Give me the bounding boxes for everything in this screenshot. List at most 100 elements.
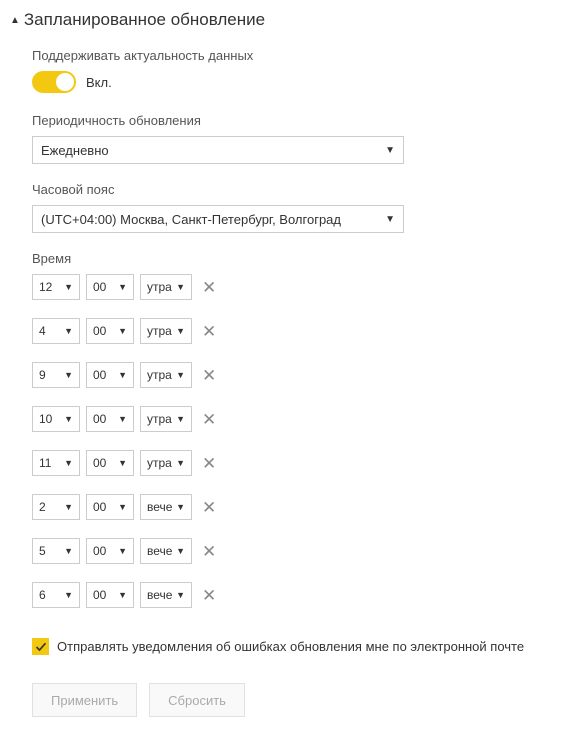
time-label: Время xyxy=(32,251,563,266)
caret-down-icon: ▲ xyxy=(10,15,20,26)
minute-select[interactable]: 00 ▼ xyxy=(86,406,134,432)
remove-time-icon[interactable]: ✕ xyxy=(202,279,216,296)
remove-time-icon[interactable]: ✕ xyxy=(202,455,216,472)
toggle-state-label: Вкл. xyxy=(86,75,112,90)
time-row: 10▼00▼утра▼✕ xyxy=(32,406,563,432)
chevron-down-icon: ▼ xyxy=(64,326,73,336)
chevron-down-icon: ▼ xyxy=(118,590,127,600)
hour-select[interactable]: 10▼ xyxy=(32,406,80,432)
minute-select[interactable]: 00 ▼ xyxy=(86,450,134,476)
time-row: 4▼00▼ утра ▼ ✕ xyxy=(32,318,563,344)
hour-select[interactable]: 5▼ xyxy=(32,538,80,564)
chevron-down-icon: ▼ xyxy=(64,502,73,512)
minute-value: 00 xyxy=(93,368,106,382)
chevron-down-icon: ▼ xyxy=(176,502,185,512)
time-list: 12▼00▼утра▼✕4▼00▼утра▼✕9▼00▼утра▼✕10▼00▼… xyxy=(32,274,563,608)
period-select[interactable]: утра ▼ xyxy=(140,318,192,344)
notify-checkbox[interactable] xyxy=(32,638,49,655)
period-select[interactable]: утра ▼ xyxy=(140,450,192,476)
hour-select[interactable]: 11▼ xyxy=(32,450,80,476)
period-value: вече xyxy=(147,544,172,558)
chevron-down-icon: ▼ xyxy=(176,546,185,556)
minute-value: 00 xyxy=(93,412,106,426)
timezone-label: Часовой пояс xyxy=(32,182,563,197)
apply-button-label: Применить xyxy=(51,693,118,708)
chevron-down-icon: ▼ xyxy=(118,458,127,468)
reset-button-label: Сбросить xyxy=(168,693,226,708)
chevron-down-icon: ▼ xyxy=(118,326,127,336)
chevron-down-icon: ▼ xyxy=(118,370,127,380)
remove-time-icon[interactable]: ✕ xyxy=(202,543,216,560)
hour-select[interactable]: 9▼ xyxy=(32,362,80,388)
chevron-down-icon: ▼ xyxy=(64,546,73,556)
time-row: 9▼00▼утра▼✕ xyxy=(32,362,563,388)
chevron-down-icon: ▼ xyxy=(64,590,73,600)
period-value: утра xyxy=(147,324,172,338)
minute-select[interactable]: 00 ▼ xyxy=(86,494,134,520)
chevron-down-icon: ▼ xyxy=(176,326,185,336)
chevron-down-icon: ▼ xyxy=(176,458,185,468)
period-select[interactable]: вече ▼ xyxy=(140,494,192,520)
period-select[interactable]: утра ▼ xyxy=(140,362,192,388)
chevron-down-icon: ▼ xyxy=(118,546,127,556)
minute-value: 00 xyxy=(93,588,106,602)
hour-value: 9 xyxy=(39,368,46,382)
section-header[interactable]: ▲ Запланированное обновление xyxy=(10,10,563,30)
minute-value: 00 xyxy=(93,544,106,558)
minute-select[interactable]: 00 ▼ xyxy=(86,362,134,388)
period-value: утра xyxy=(147,368,172,382)
reset-button[interactable]: Сбросить xyxy=(149,683,245,717)
period-select[interactable]: вече ▼ xyxy=(140,538,192,564)
keep-data-toggle[interactable] xyxy=(32,71,76,93)
time-row: 12 ▼ 00▼утра▼ ✕ xyxy=(32,274,563,300)
period-select[interactable]: утра▼ xyxy=(140,274,192,300)
remove-time-icon[interactable]: ✕ xyxy=(202,587,216,604)
timezone-value: (UTC+04:00) Москва, Санкт-Петербург, Вол… xyxy=(41,212,341,227)
remove-time-icon[interactable]: ✕ xyxy=(202,499,216,516)
period-value: утра xyxy=(147,456,172,470)
time-row: 11▼ 00 ▼ утра ▼ ✕ xyxy=(32,450,563,476)
minute-select[interactable]: 00▼ xyxy=(86,274,134,300)
hour-select[interactable]: 2▼ xyxy=(32,494,80,520)
period-select[interactable]: вече▼ xyxy=(140,582,192,608)
time-row: 6▼00▼вече▼✕ xyxy=(32,582,563,608)
remove-time-icon[interactable]: ✕ xyxy=(202,411,216,428)
minute-value: 00 xyxy=(93,280,106,294)
chevron-down-icon: ▼ xyxy=(118,502,127,512)
notify-label: Отправлять уведомления об ошибках обновл… xyxy=(57,639,524,654)
minute-select[interactable]: 00▼ xyxy=(86,318,134,344)
apply-button[interactable]: Применить xyxy=(32,683,137,717)
frequency-value: Ежедневно xyxy=(41,143,109,158)
chevron-down-icon: ▼ xyxy=(64,282,73,292)
chevron-down-icon: ▼ xyxy=(64,370,73,380)
hour-select[interactable]: 4▼ xyxy=(32,318,80,344)
keep-data-label: Поддерживать актуальность данных xyxy=(32,48,563,63)
toggle-knob xyxy=(56,73,74,91)
check-icon xyxy=(35,641,47,653)
hour-select[interactable]: 6▼ xyxy=(32,582,80,608)
timezone-select[interactable]: (UTC+04:00) Москва, Санкт-Петербург, Вол… xyxy=(32,205,404,233)
minute-select[interactable]: 00 ▼ xyxy=(86,538,134,564)
frequency-label: Периодичность обновления xyxy=(32,113,563,128)
chevron-down-icon: ▼ xyxy=(176,370,185,380)
period-value: вече xyxy=(147,500,172,514)
minute-select[interactable]: 00 ▼ xyxy=(86,582,134,608)
hour-value: 12 xyxy=(39,280,52,294)
chevron-down-icon: ▼ xyxy=(64,414,73,424)
time-row: 5▼00▼вече▼✕ xyxy=(32,538,563,564)
period-value: вече xyxy=(147,588,172,602)
chevron-down-icon: ▼ xyxy=(118,414,127,424)
section-title: Запланированное обновление xyxy=(24,10,265,30)
minute-value: 00 xyxy=(93,456,106,470)
period-select[interactable]: утра▼ xyxy=(140,406,192,432)
hour-value: 2 xyxy=(39,500,46,514)
remove-time-icon[interactable]: ✕ xyxy=(202,323,216,340)
period-value: утра xyxy=(147,412,172,426)
remove-time-icon[interactable]: ✕ xyxy=(202,367,216,384)
hour-select[interactable]: 12 ▼ xyxy=(32,274,80,300)
chevron-down-icon: ▼ xyxy=(64,458,73,468)
minute-value: 00 xyxy=(93,500,106,514)
frequency-select[interactable]: Ежедневно ▼ xyxy=(32,136,404,164)
hour-value: 6 xyxy=(39,588,46,602)
hour-value: 5 xyxy=(39,544,46,558)
